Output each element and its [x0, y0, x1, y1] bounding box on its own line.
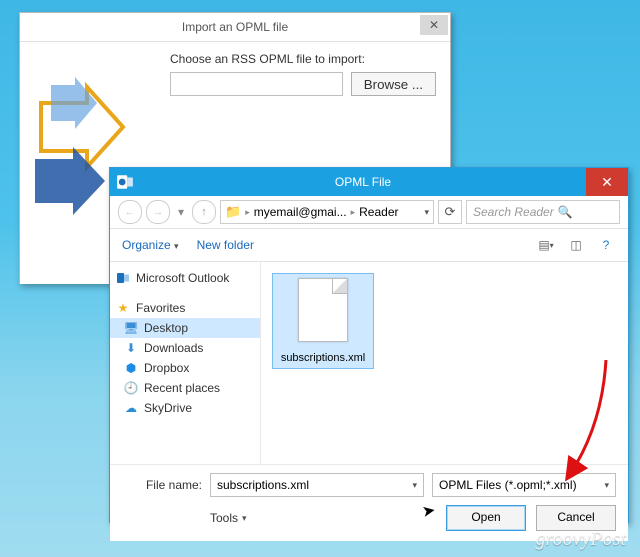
chevron-down-icon[interactable]: ▾: [412, 480, 417, 491]
dialog-toolbar: Organize ▾ New folder ▤▾ ◫ ?: [110, 229, 628, 262]
sidebar-item-downloads[interactable]: ⬇ Downloads: [110, 338, 260, 358]
file-list[interactable]: subscriptions.xml: [261, 262, 628, 464]
close-icon: ✕: [601, 174, 613, 190]
file-icon: [291, 278, 355, 348]
view-options-button[interactable]: ▤▾: [536, 235, 556, 255]
watermark: groovyPost: [536, 528, 626, 551]
recent-icon: 🕘: [124, 381, 138, 395]
skydrive-icon: ☁: [124, 401, 138, 415]
sidebar-item-recent[interactable]: 🕘 Recent places: [110, 378, 260, 398]
sidebar-item-outlook[interactable]: Microsoft Outlook: [110, 268, 260, 288]
search-icon: 🔍: [558, 205, 573, 219]
crumb-1[interactable]: myemail@gmai...: [254, 205, 347, 219]
chevron-down-icon: ▾: [174, 241, 179, 251]
dialog-title: OPML File: [140, 175, 586, 189]
help-icon: ?: [603, 238, 610, 252]
help-button[interactable]: ?: [596, 235, 616, 255]
preview-pane-button[interactable]: ◫: [566, 235, 586, 255]
organize-button[interactable]: Organize ▾: [122, 238, 179, 252]
up-icon: ↑: [201, 206, 207, 218]
folder-icon: 📁: [225, 204, 241, 220]
preview-icon: ◫: [570, 238, 581, 252]
wizard-title: Import an OPML file: [182, 20, 288, 34]
up-button[interactable]: ↑: [192, 200, 216, 224]
crumb-dropdown-icon[interactable]: ▾: [424, 207, 429, 218]
filename-input[interactable]: subscriptions.xml ▾: [210, 473, 424, 497]
opml-path-input[interactable]: [170, 72, 343, 96]
sidebar-item-dropbox[interactable]: ⬢ Dropbox: [110, 358, 260, 378]
file-open-dialog: OPML File ✕ ← → ▾ ↑ 📁 ▸ myemail@gmai... …: [109, 167, 629, 523]
desktop-icon: 🖥: [124, 321, 138, 335]
outlook-icon: [116, 271, 130, 285]
filename-label: File name:: [122, 478, 202, 492]
dialog-nav: ← → ▾ ↑ 📁 ▸ myemail@gmai... ▸ Reader ▾ ⟳…: [110, 196, 628, 229]
chevron-down-icon: ▾: [242, 513, 247, 524]
breadcrumb[interactable]: 📁 ▸ myemail@gmai... ▸ Reader ▾: [220, 200, 434, 224]
sidebar-favorites-header[interactable]: ★ Favorites: [110, 298, 260, 318]
wizard-titlebar: Import an OPML file ✕: [20, 13, 450, 42]
forward-icon: →: [153, 206, 164, 218]
dialog-close-button[interactable]: ✕: [586, 168, 628, 196]
sidebar-item-desktop[interactable]: 🖥 Desktop: [110, 318, 260, 338]
sidebar-item-skydrive[interactable]: ☁ SkyDrive: [110, 398, 260, 418]
browse-button[interactable]: Browse ...: [351, 72, 436, 96]
choose-file-label: Choose an RSS OPML file to import:: [170, 52, 436, 66]
dropbox-icon: ⬢: [124, 361, 138, 375]
forward-button[interactable]: →: [146, 200, 170, 224]
dialog-titlebar: OPML File ✕: [110, 168, 628, 196]
file-item[interactable]: subscriptions.xml: [273, 274, 373, 368]
back-icon: ←: [125, 206, 136, 218]
open-button[interactable]: Open: [446, 505, 526, 531]
filetype-select[interactable]: OPML Files (*.opml;*.xml) ▾: [432, 473, 616, 497]
refresh-button[interactable]: ⟳: [438, 200, 462, 224]
search-placeholder: Search Reader: [473, 205, 554, 219]
view-icon: ▤: [538, 238, 549, 252]
downloads-icon: ⬇: [124, 341, 138, 355]
tools-dropdown[interactable]: Tools ▾: [210, 511, 247, 525]
history-dropdown[interactable]: ▾: [174, 205, 188, 219]
close-button[interactable]: ✕: [420, 15, 448, 35]
search-input[interactable]: Search Reader 🔍: [466, 200, 620, 224]
file-name-label: subscriptions.xml: [273, 352, 373, 364]
sidebar: Microsoft Outlook ★ Favorites 🖥 Desktop …: [110, 262, 261, 464]
refresh-icon: ⟳: [445, 204, 456, 220]
new-folder-button[interactable]: New folder: [197, 238, 254, 252]
close-icon: ✕: [429, 18, 439, 32]
chevron-down-icon[interactable]: ▾: [604, 480, 609, 491]
star-icon: ★: [116, 301, 130, 315]
back-button[interactable]: ←: [118, 200, 142, 224]
outlook-icon: [116, 173, 134, 191]
crumb-2[interactable]: Reader: [359, 205, 398, 219]
